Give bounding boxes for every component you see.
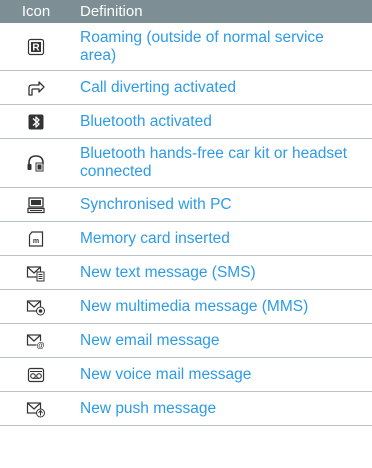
row-definition: New push message	[80, 399, 217, 417]
pc-sync-icon	[27, 196, 45, 213]
table-row: Call diverting activated	[0, 71, 372, 105]
row-definition: New voice mail message	[80, 365, 252, 383]
table-row: R Roaming (outside of normal service are…	[0, 23, 372, 71]
row-definition: Synchronised with PC	[80, 195, 232, 213]
email-icon: @	[26, 333, 45, 350]
voicemail-icon	[27, 367, 45, 382]
svg-text:@: @	[37, 341, 45, 350]
table-header: Icon Definition	[0, 0, 372, 23]
table-row: Bluetooth hands-free car kit or headset …	[0, 139, 372, 188]
table-row: New push message	[0, 392, 372, 426]
row-definition: New text message (SMS)	[80, 263, 256, 281]
header-icon-col: Icon	[21, 3, 51, 20]
roaming-icon: R	[27, 38, 45, 55]
table-row: New text message (SMS)	[0, 256, 372, 290]
svg-text:R: R	[32, 42, 40, 53]
icon-definition-table: Icon Definition R Roaming (outside of no…	[0, 0, 372, 426]
table-row: Bluetooth activated	[0, 105, 372, 139]
row-definition: Roaming (outside of normal service area)	[80, 28, 324, 64]
mms-icon	[26, 299, 45, 315]
table-row: Synchronised with PC	[0, 188, 372, 222]
header-definition-col: Definition	[80, 3, 143, 20]
row-definition: Bluetooth hands-free car kit or headset …	[80, 145, 348, 180]
sms-icon	[26, 265, 45, 281]
memory-card-icon: m	[28, 230, 44, 247]
row-definition: Memory card inserted	[80, 229, 230, 247]
row-definition: Bluetooth activated	[80, 112, 212, 130]
row-definition: New multimedia message (MMS)	[80, 297, 309, 315]
handsfree-headset-icon	[27, 155, 44, 172]
svg-text:m: m	[33, 238, 39, 245]
push-message-icon	[26, 401, 45, 417]
bluetooth-icon	[28, 114, 44, 129]
table-row: New multimedia message (MMS)	[0, 290, 372, 324]
call-divert-icon	[28, 80, 45, 96]
row-definition: New email message	[80, 331, 220, 349]
table-row: m Memory card inserted	[0, 222, 372, 256]
table-row: New voice mail message	[0, 358, 372, 392]
table-row: @ New email message	[0, 324, 372, 358]
row-definition: Call diverting activated	[80, 78, 236, 96]
